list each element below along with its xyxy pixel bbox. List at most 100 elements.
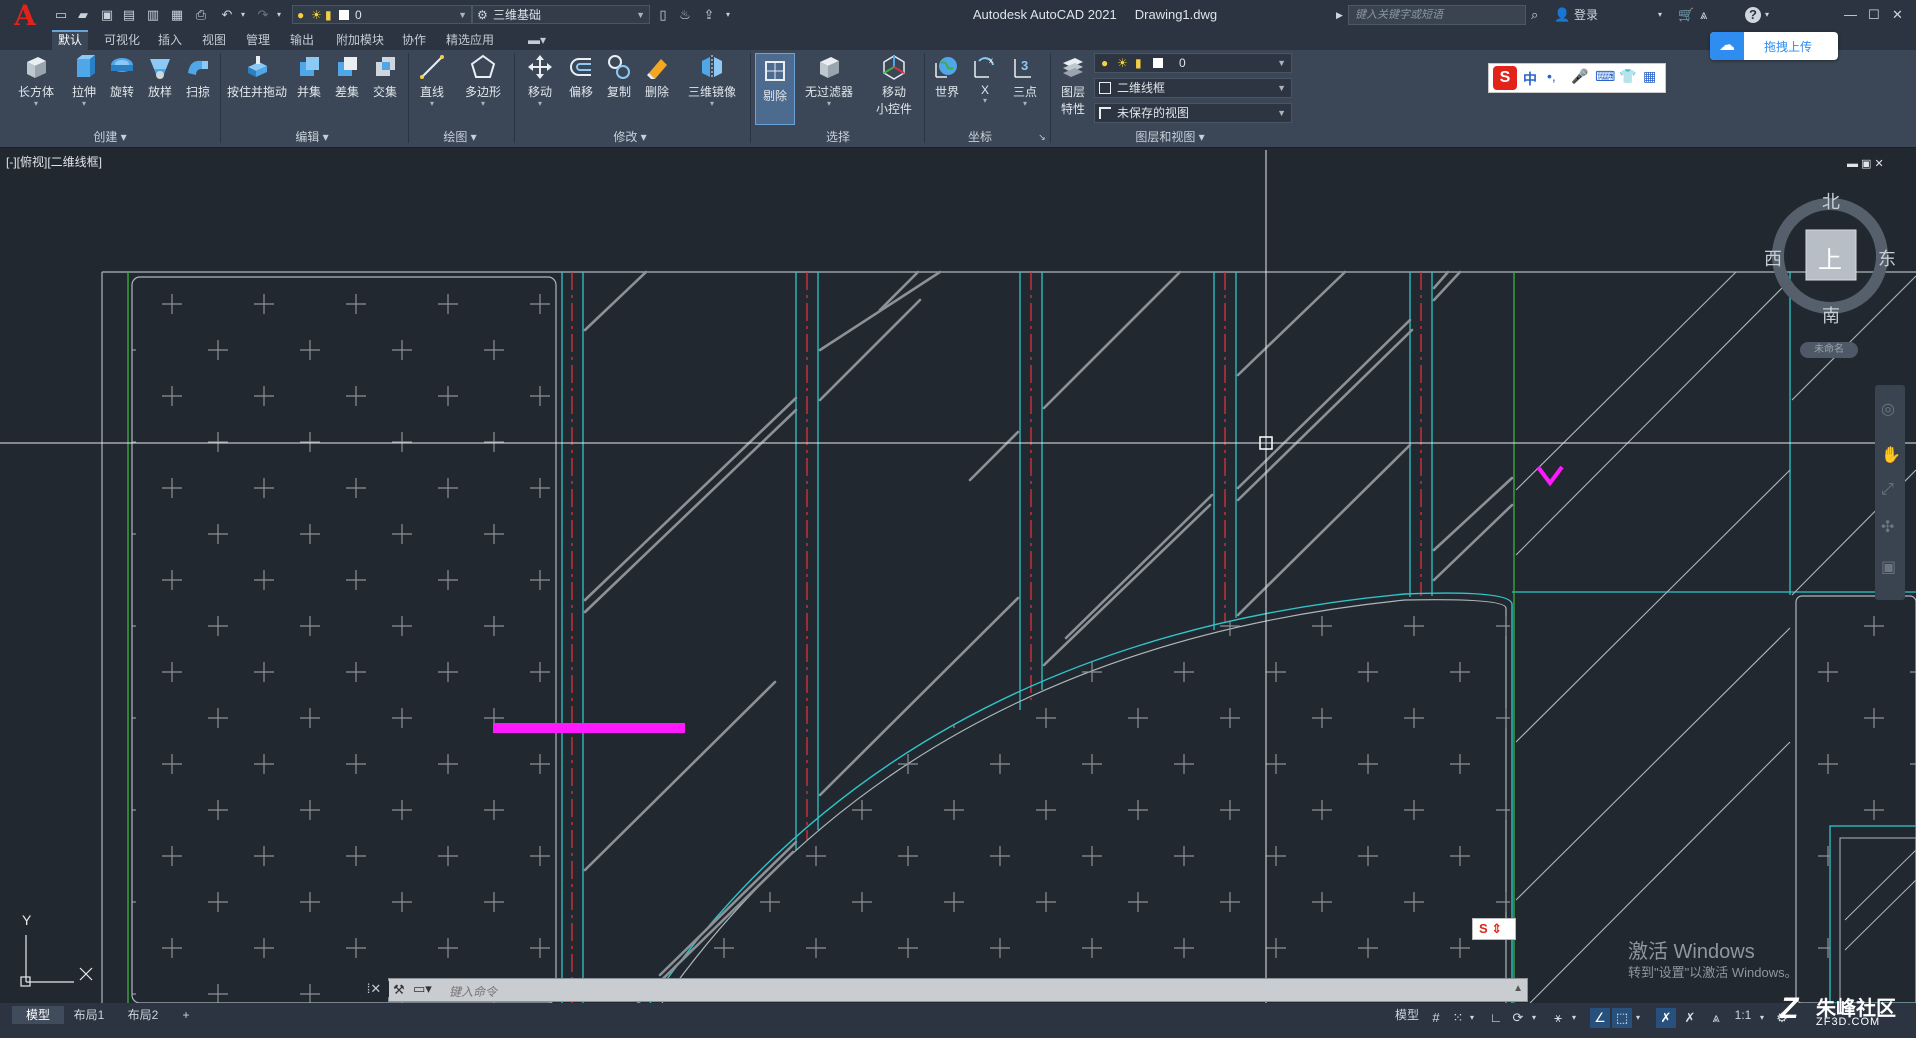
annotation-scale-value[interactable]: 1:1 bbox=[1728, 1006, 1758, 1024]
redo-dropdown-icon[interactable]: ▾ bbox=[274, 6, 284, 24]
showmotion-icon[interactable]: ▣ bbox=[1881, 557, 1896, 577]
ime-toolbar[interactable]: S 中 •, 🎤 ⌨ 👕 ▦ bbox=[1488, 63, 1666, 93]
tab-layout2[interactable]: 布局2 bbox=[122, 1006, 164, 1024]
no-filter-button[interactable]: 无过滤器 ▾ bbox=[800, 53, 858, 111]
microphone-icon[interactable]: 🎤 bbox=[1571, 68, 1588, 85]
isodraft-icon[interactable]: ⚹ bbox=[1548, 1008, 1568, 1028]
coords-dialog-launcher-icon[interactable]: ↘ bbox=[1036, 129, 1048, 145]
sweep-button[interactable]: 扫掠 bbox=[176, 53, 220, 111]
tab-visualize[interactable]: 可视化 bbox=[98, 30, 146, 50]
undo-icon[interactable]: ↶ bbox=[218, 6, 236, 24]
chevron-down-icon[interactable]: ▾ bbox=[1466, 1008, 1478, 1028]
union-button[interactable]: 并集 bbox=[290, 53, 328, 111]
move-button[interactable]: 移动 ▾ bbox=[518, 53, 562, 111]
add-layout-button[interactable]: + bbox=[176, 1006, 196, 1024]
intersect-button[interactable]: 交集 bbox=[366, 53, 404, 111]
keyboard-icon[interactable]: ⌨ bbox=[1595, 68, 1615, 85]
pan-hand-icon[interactable]: ✋ bbox=[1881, 445, 1901, 465]
layers-view-group-label[interactable]: 图层和视图 ▾ bbox=[1120, 129, 1220, 145]
open-web-icon[interactable]: ▥ bbox=[144, 6, 162, 24]
compass-south[interactable]: 南 bbox=[1822, 302, 1840, 328]
skin-icon[interactable]: 👕 bbox=[1619, 68, 1636, 85]
quick-layer-combo[interactable]: ● ☀ ▮ 0 ▼ bbox=[292, 5, 472, 24]
compass-north[interactable]: 北 bbox=[1822, 188, 1840, 214]
modify-group-label[interactable]: 修改 ▾ bbox=[600, 129, 660, 145]
ucs-x-button[interactable]: x X ▾ bbox=[966, 53, 1004, 111]
chevron-right-icon[interactable]: ▶ bbox=[1336, 6, 1343, 24]
share-icon[interactable]: ⇪ bbox=[700, 6, 718, 24]
erase-button[interactable]: 删除 bbox=[638, 53, 676, 111]
open-folder-icon[interactable]: ▰ bbox=[74, 6, 92, 24]
object-snap-icon[interactable]: ⬚ bbox=[1612, 1008, 1632, 1028]
zoom-extents-icon[interactable]: ⤢ bbox=[1881, 481, 1894, 499]
undo-dropdown-icon[interactable]: ▾ bbox=[238, 6, 248, 24]
3d-mirror-button[interactable]: 三维镜像 ▾ bbox=[682, 53, 742, 111]
punctuation-icon[interactable]: •, bbox=[1547, 68, 1556, 84]
drawing-canvas[interactable] bbox=[0, 150, 1916, 1003]
new-file-icon[interactable]: ▭ bbox=[52, 6, 70, 24]
tab-layout1[interactable]: 布局1 bbox=[68, 1006, 110, 1024]
move-gizmo-button[interactable]: 移动 小控件 bbox=[866, 53, 922, 127]
close-icon[interactable]: ✕ bbox=[1892, 6, 1903, 24]
toolbox-icon[interactable]: ▦ bbox=[1643, 68, 1656, 85]
user-icon[interactable]: 👤 bbox=[1554, 6, 1570, 24]
visual-style-combo[interactable]: 二维线框 ▼ bbox=[1094, 78, 1292, 98]
chevron-down-icon[interactable]: ▾ bbox=[1568, 1008, 1580, 1028]
workspace-combo[interactable]: ⚙ 三维基础 ▼ bbox=[472, 5, 650, 24]
layer-combo[interactable]: ● ☀ ▮ 0 ▼ bbox=[1094, 53, 1292, 73]
command-input[interactable]: 键入命令 bbox=[449, 983, 497, 1000]
ime-float-icon[interactable]: S ⇕ bbox=[1472, 918, 1516, 940]
layer-properties-button[interactable]: 图层 特性 bbox=[1054, 53, 1092, 127]
polygon-button[interactable]: 多边形 ▾ bbox=[460, 53, 506, 111]
drag-upload-button[interactable]: ☁ 拖拽上传 bbox=[1710, 32, 1838, 60]
named-view-combo[interactable]: 未保存的视图 ▼ bbox=[1094, 103, 1292, 123]
subtract-button[interactable]: 差集 bbox=[328, 53, 366, 111]
ortho-icon[interactable]: ∟ bbox=[1486, 1008, 1506, 1028]
tab-manage[interactable]: 管理 bbox=[242, 30, 274, 50]
line-button[interactable]: 直线 ▾ bbox=[412, 53, 452, 111]
edit-group-label[interactable]: 编辑 ▾ bbox=[282, 129, 342, 145]
tab-collaborate[interactable]: 协作 bbox=[398, 30, 430, 50]
recent-commands-icon[interactable]: ▭▾ bbox=[413, 981, 432, 997]
tab-addins[interactable]: 附加模块 bbox=[330, 30, 390, 50]
annotation-visibility-icon[interactable]: ✗ bbox=[1656, 1008, 1676, 1028]
ime-mode-label[interactable]: 中 bbox=[1523, 69, 1537, 89]
login-button[interactable]: 登录 bbox=[1574, 6, 1598, 24]
ucs-3point-button[interactable]: 3 三点 ▾ bbox=[1006, 53, 1044, 111]
wcs-menu[interactable]: 未命名 bbox=[1800, 342, 1858, 358]
culling-button[interactable]: 剔除 bbox=[755, 53, 795, 125]
viewcube-top-face[interactable]: 上 bbox=[1818, 240, 1842, 275]
plot-icon[interactable]: ⎙ bbox=[192, 6, 210, 24]
snap-icon[interactable]: ⁙ bbox=[1448, 1008, 1468, 1028]
chevron-down-icon[interactable]: ▾ bbox=[1756, 1008, 1768, 1028]
cart-icon[interactable]: 🛒 bbox=[1678, 6, 1694, 24]
maximize-icon[interactable]: ☐ bbox=[1868, 6, 1880, 24]
help-icon[interactable]: ? bbox=[1745, 7, 1761, 23]
search-input[interactable]: 键入关键字或短语 bbox=[1348, 5, 1526, 25]
cmdline-close-icon[interactable]: ⁞✕ bbox=[359, 981, 389, 997]
compass-east[interactable]: 东 bbox=[1878, 245, 1896, 271]
tab-default[interactable]: 默认 bbox=[52, 30, 88, 50]
polar-icon[interactable]: ⟳ bbox=[1508, 1008, 1528, 1028]
autocad-logo-icon[interactable]: A bbox=[10, 2, 40, 30]
annotation-scale-icon[interactable]: ⩓ bbox=[1706, 1008, 1726, 1028]
viewport-window-controls[interactable]: ▬ ▣ ✕ bbox=[1847, 156, 1907, 172]
ribbon-display-toggle-icon[interactable]: ▬▾ bbox=[522, 30, 552, 50]
minimize-icon[interactable]: — bbox=[1844, 6, 1857, 24]
save-as-icon[interactable]: ▤ bbox=[120, 6, 138, 24]
command-line[interactable]: ⁞✕ ⚒ ▭▾ 键入命令 ▲ bbox=[359, 978, 1528, 1002]
search-icon[interactable]: ⌕ bbox=[1531, 6, 1538, 24]
copy-button[interactable]: 复制 bbox=[600, 53, 638, 111]
box-button[interactable]: 长方体 ▾ bbox=[14, 53, 58, 111]
chevron-down-icon[interactable]: ▾ bbox=[1765, 6, 1769, 24]
create-group-label[interactable]: 创建 ▾ bbox=[80, 129, 140, 145]
object-snap-tracking-icon[interactable]: ∠ bbox=[1590, 1008, 1610, 1028]
chevron-down-icon[interactable]: ▾ bbox=[1632, 1008, 1644, 1028]
tab-view[interactable]: 视图 bbox=[198, 30, 230, 50]
ucs-world-button[interactable]: 世界 bbox=[928, 53, 966, 111]
chevron-down-icon[interactable]: ▾ bbox=[1528, 1008, 1540, 1028]
customize-toolbar-icon[interactable]: ▾ bbox=[722, 6, 734, 24]
presspull-button[interactable]: 按住并拖动 bbox=[224, 53, 290, 111]
steering-wheel-icon[interactable]: ◎ bbox=[1881, 399, 1895, 419]
save-icon[interactable]: ▣ bbox=[98, 6, 116, 24]
